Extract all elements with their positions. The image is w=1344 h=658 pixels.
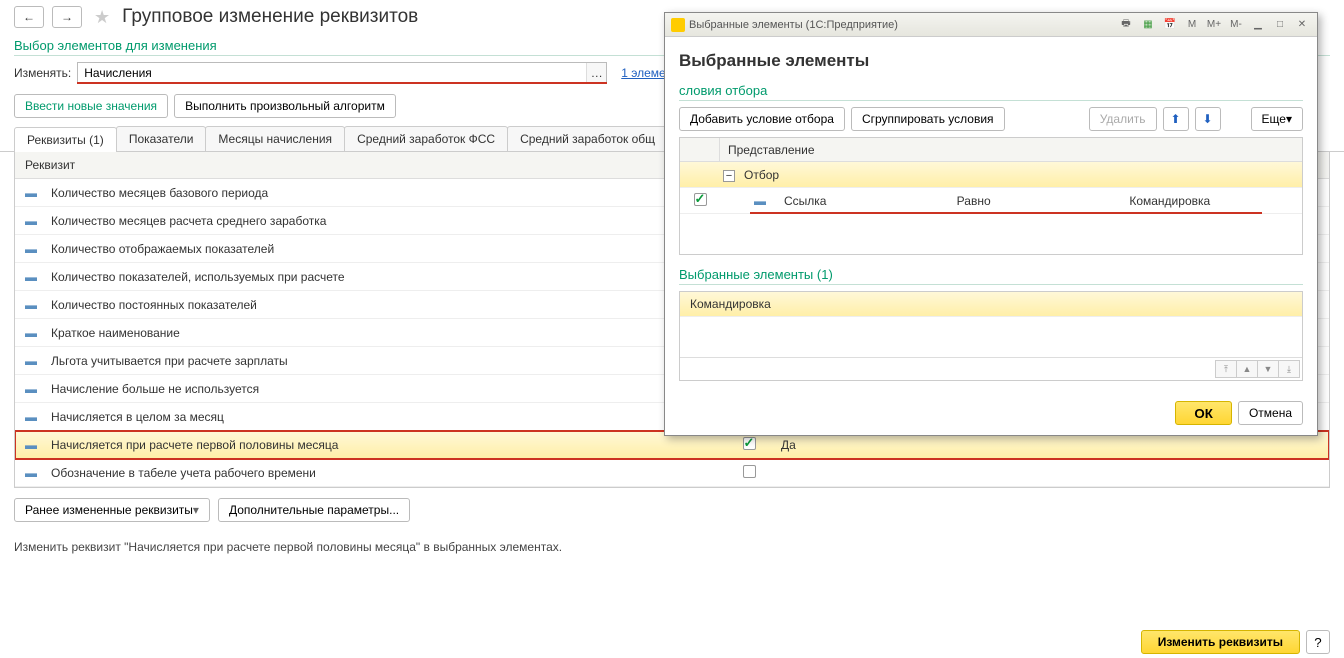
list-up-button[interactable]: ▲ [1236, 360, 1258, 378]
filter-checkbox[interactable] [694, 193, 707, 206]
tab-months[interactable]: Месяцы начисления [205, 126, 345, 151]
dash-icon: ▬ [15, 298, 47, 312]
filter-header-representation: Представление [720, 143, 1302, 157]
row-checkbox-cell[interactable] [729, 465, 769, 481]
checkbox[interactable] [743, 465, 756, 478]
new-values-button[interactable]: Ввести новые значения [14, 94, 168, 118]
more-button[interactable]: Еще ▾ [1251, 107, 1303, 131]
row-label: Количество отображаемых показателей [47, 242, 729, 256]
filter-operator: Равно [957, 194, 1130, 208]
delete-button[interactable]: Удалить [1089, 107, 1157, 131]
dash-icon: ▬ [15, 186, 47, 200]
memory-mminus-button[interactable]: M- [1227, 17, 1245, 33]
list-first-button[interactable]: ⤒ [1215, 360, 1237, 378]
back-button[interactable]: ← [14, 6, 44, 28]
tab-avg-general[interactable]: Средний заработок общ [507, 126, 668, 151]
row-label: Начисляется в целом за месяц [47, 410, 729, 424]
row-label: Обозначение в табеле учета рабочего врем… [47, 466, 729, 480]
group-conditions-button[interactable]: Сгруппировать условия [851, 107, 1005, 131]
memory-m-button[interactable]: M [1183, 17, 1201, 33]
row-label: Льгота учитывается при расчете зарплаты [47, 354, 729, 368]
dash-icon: ▬ [15, 214, 47, 228]
arrow-left-icon: ← [23, 10, 35, 24]
checkbox[interactable] [743, 437, 756, 450]
minimize-icon[interactable]: ▁ [1249, 17, 1267, 33]
move-down-button[interactable]: ⬇ [1195, 107, 1221, 131]
cancel-button[interactable]: Отмена [1238, 401, 1303, 425]
app-icon [671, 18, 685, 32]
arrow-right-icon: → [61, 10, 73, 24]
row-label: Начисляется при расчете первой половины … [47, 438, 729, 452]
input-ellipsis-button[interactable]: … [586, 63, 606, 83]
modal-titlebar[interactable]: Выбранные элементы (1С:Предприятие) 🖶 ▦ … [665, 13, 1317, 37]
filter-field: Ссылка [784, 194, 957, 208]
dash-icon: ▬ [15, 438, 47, 452]
dash-icon: ▬ [15, 270, 47, 284]
tab-avg-fss[interactable]: Средний заработок ФСС [344, 126, 508, 151]
list-down-button[interactable]: ▼ [1257, 360, 1279, 378]
extra-params-button[interactable]: Дополнительные параметры... [218, 498, 410, 522]
ok-button[interactable]: ОК [1175, 401, 1232, 425]
print-icon[interactable]: 🖶 [1117, 17, 1135, 33]
star-icon[interactable]: ★ [94, 7, 110, 28]
dash-icon: ▬ [15, 354, 47, 368]
filter-condition-row[interactable]: ▬ Ссылка Равно Командировка [680, 188, 1302, 214]
collapse-icon[interactable]: − [723, 170, 735, 182]
close-icon[interactable]: ✕ [1293, 17, 1311, 33]
filter-group-row[interactable]: − Отбор [680, 162, 1302, 188]
row-label: Начисление больше не используется [47, 382, 729, 396]
filter-value: Командировка [1129, 194, 1302, 208]
row-label: Количество постоянных показателей [47, 298, 729, 312]
forward-button[interactable]: → [52, 6, 82, 28]
dash-icon: ▬ [15, 382, 47, 396]
row-checkbox-cell[interactable] [729, 437, 769, 453]
modal-window-title: Выбранные элементы (1С:Предприятие) [689, 19, 1113, 31]
move-up-button[interactable]: ⬆ [1163, 107, 1189, 131]
previously-changed-button[interactable]: Ранее измененные реквизиты [14, 498, 210, 522]
arrow-up-icon: ⬆ [1171, 112, 1181, 126]
help-button[interactable]: ? [1306, 630, 1330, 654]
selected-item-row[interactable]: Командировка [680, 292, 1302, 317]
arrow-down-icon: ⬇ [1203, 112, 1213, 126]
selected-elements-modal: Выбранные элементы (1С:Предприятие) 🖶 ▦ … [664, 12, 1318, 436]
custom-algorithm-button[interactable]: Выполнить произвольный алгоритм [174, 94, 396, 118]
change-input[interactable] [77, 62, 607, 84]
change-label: Изменять: [14, 66, 71, 80]
modal-heading: Выбранные элементы [679, 47, 1303, 81]
calc-icon[interactable]: ▦ [1139, 17, 1157, 33]
tab-indicators[interactable]: Показатели [116, 126, 207, 151]
row-label: Количество показателей, используемых при… [47, 270, 729, 284]
row-label: Количество месяцев расчета среднего зара… [47, 214, 729, 228]
page-title: Групповое изменение реквизитов [122, 6, 418, 28]
dash-icon: ▬ [15, 242, 47, 256]
row-label: Краткое наименование [47, 326, 729, 340]
tab-requisites[interactable]: Реквизиты (1) [14, 127, 117, 152]
table-row[interactable]: ▬Обозначение в табеле учета рабочего вре… [15, 459, 1329, 487]
dash-icon: ▬ [15, 410, 47, 424]
dash-icon: ▬ [754, 194, 766, 208]
footer-status-text: Изменить реквизит "Начисляется при расче… [0, 532, 1344, 562]
row-label: Количество месяцев базового периода [47, 186, 729, 200]
memory-mplus-button[interactable]: M+ [1205, 17, 1223, 33]
filter-group-label: Отбор [744, 168, 1302, 182]
selected-section-title: Выбранные элементы (1) [679, 265, 1303, 284]
apply-changes-button[interactable]: Изменить реквизиты [1141, 630, 1300, 654]
list-last-button[interactable]: ⤓ [1278, 360, 1300, 378]
add-filter-button[interactable]: Добавить условие отбора [679, 107, 845, 131]
dash-icon: ▬ [15, 326, 47, 340]
dash-icon: ▬ [15, 466, 47, 480]
calendar-icon[interactable]: 📅 [1161, 17, 1179, 33]
row-value: Да [769, 438, 1329, 452]
filter-section-title: словия отбора [679, 81, 1303, 100]
maximize-icon[interactable]: □ [1271, 17, 1289, 33]
